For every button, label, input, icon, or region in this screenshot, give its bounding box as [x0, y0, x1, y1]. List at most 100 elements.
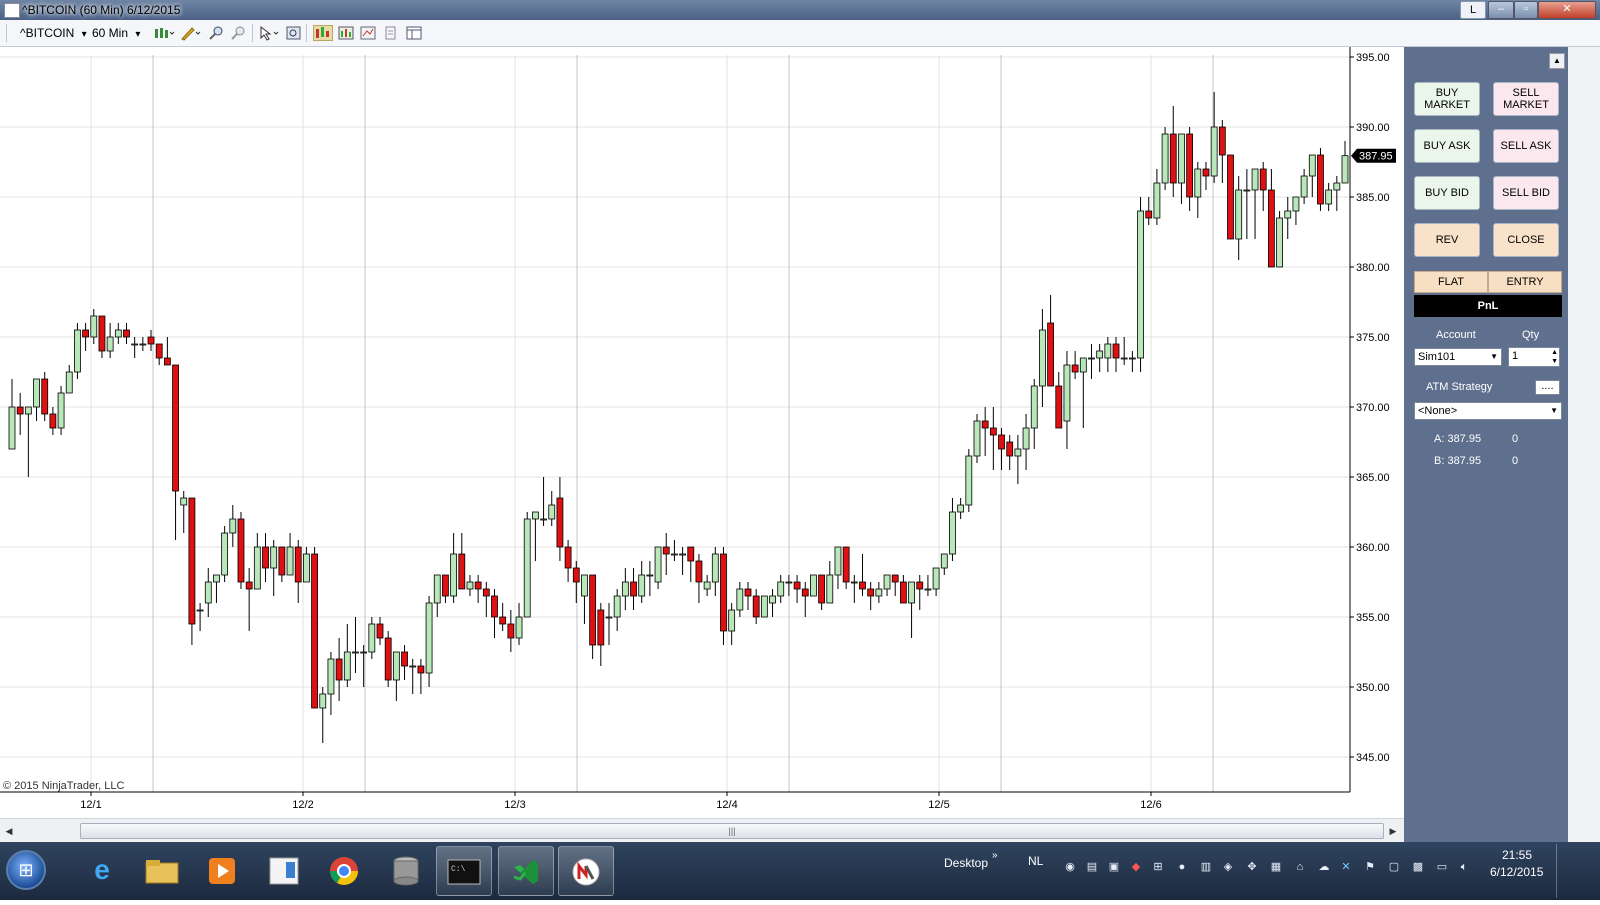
x-tick-label: 12/3	[504, 799, 525, 811]
tray-app-icon[interactable]: ●	[1176, 861, 1188, 873]
x-tick-label: 12/1	[80, 799, 101, 811]
volume-icon[interactable]: 🔈︎	[1458, 861, 1470, 873]
candle-body	[237, 518, 245, 583]
candle-body	[818, 574, 826, 604]
ninjatrader-icon[interactable]	[558, 846, 614, 896]
desktop-toolbar-label[interactable]: Desktop	[944, 856, 988, 870]
interval-selector[interactable]: 60 Min ▾	[92, 25, 140, 41]
drawing-tool-icon[interactable]	[180, 25, 202, 41]
instrument-label: ^BITCOIN	[20, 26, 75, 40]
window-titlebar[interactable]: ^BITCOIN (60 Min) 6/12/2015 L – ▫ ✕	[0, 0, 1600, 20]
candle-body	[74, 329, 81, 373]
layout-panel-icon[interactable]	[406, 25, 422, 41]
x-tick-label: 12/5	[928, 799, 949, 811]
candle-body	[1194, 168, 1202, 198]
candle-body	[213, 574, 220, 583]
sell-ask-button[interactable]: SELL ASK	[1493, 129, 1559, 163]
database-icon[interactable]	[378, 846, 434, 896]
chart-style-icon[interactable]	[154, 25, 175, 41]
indicators-icon[interactable]	[338, 25, 354, 41]
candle-body	[989, 427, 997, 436]
stepper-arrows-icon[interactable]: ▲ ▼	[1551, 348, 1558, 366]
buy-market-button[interactable]: BUY MARKET	[1414, 82, 1480, 116]
maximize-button[interactable]: ▫	[1514, 1, 1538, 19]
strategies-icon[interactable]	[360, 25, 376, 41]
sell-bid-button[interactable]: SELL BID	[1493, 176, 1559, 210]
tray-app-icon[interactable]: ▢	[1388, 861, 1400, 873]
tray-app-icon[interactable]: ▦	[1270, 861, 1282, 873]
chrome-icon[interactable]	[316, 846, 372, 896]
tray-app-icon[interactable]: ▤	[1086, 861, 1098, 873]
candle-body	[1104, 343, 1112, 359]
candle-body	[221, 532, 229, 576]
minimize-button[interactable]: –	[1488, 1, 1514, 19]
tray-app-icon[interactable]: ◆	[1130, 861, 1142, 873]
language-indicator[interactable]: NL	[1028, 854, 1043, 868]
tray-windows-icon[interactable]: ⊞	[1152, 861, 1164, 873]
atm-strategy-select[interactable]: <None> ▼	[1414, 402, 1562, 420]
network-icon[interactable]: ▭	[1436, 861, 1448, 873]
candle-body	[597, 609, 605, 646]
document-viewer-icon[interactable]	[256, 846, 312, 896]
layout-button[interactable]: L	[1460, 1, 1486, 19]
account-select[interactable]: Sim101 ▼	[1414, 348, 1502, 366]
price-chart[interactable]: 395.00 390.00 385.00 380.00 375.00 370.00 365.…	[0, 47, 1404, 817]
candle-body	[384, 637, 392, 681]
buy-bid-button[interactable]: BUY BID	[1414, 176, 1480, 210]
pointer-tool-icon[interactable]	[258, 25, 282, 41]
candlestick-chart[interactable]: 395.00 390.00 385.00 380.00 375.00 370.00 365.…	[0, 47, 1404, 817]
zoom-out-icon[interactable]	[230, 25, 246, 41]
candle-body	[1276, 217, 1283, 268]
tray-app-icon[interactable]: ☁	[1318, 861, 1330, 873]
sell-market-button[interactable]: SELL MARKET	[1493, 82, 1559, 116]
chart-trader-icon[interactable]	[313, 25, 333, 41]
candle-body	[409, 665, 417, 668]
scroll-right-arrow-icon[interactable]: ▶	[1386, 823, 1400, 839]
candle-body	[1006, 441, 1014, 457]
scrollbar-thumb[interactable]: |||	[80, 823, 1384, 839]
start-button-icon[interactable]: ⊞	[6, 850, 46, 890]
tray-app-icon[interactable]: ⌂	[1294, 861, 1306, 873]
toolbar-separator	[252, 24, 253, 42]
candle-body	[368, 623, 376, 653]
horizontal-scrollbar[interactable]: ◀ ||| ▶	[0, 818, 1404, 843]
clock-time[interactable]: 21:55	[1502, 848, 1532, 862]
zoom-in-icon[interactable]	[208, 25, 224, 41]
instrument-selector[interactable]: ^BITCOIN ▾	[20, 25, 87, 41]
atm-more-button[interactable]: ....	[1535, 380, 1560, 395]
quantity-stepper[interactable]: 1 ▲ ▼	[1508, 347, 1560, 367]
action-center-flag-icon[interactable]: ⚑	[1364, 861, 1376, 873]
panel-scroll-up-icon[interactable]: ▲	[1549, 53, 1565, 69]
file-explorer-icon[interactable]	[134, 846, 190, 896]
tray-app-icon[interactable]: ◈	[1222, 861, 1234, 873]
chevron-right-icon[interactable]: »	[992, 850, 998, 861]
candle-body	[662, 546, 670, 555]
quantity-value: 1	[1512, 350, 1519, 362]
close-position-button[interactable]: CLOSE	[1493, 223, 1559, 257]
buy-ask-button[interactable]: BUY ASK	[1414, 129, 1480, 163]
candle-body	[916, 581, 924, 590]
clock-date[interactable]: 6/12/2015	[1490, 865, 1543, 879]
qty-label: Qty	[1522, 329, 1540, 341]
tray-app-icon[interactable]: ▩	[1412, 861, 1424, 873]
data-box-icon[interactable]	[286, 25, 302, 41]
command-prompt-icon[interactable]: C:\	[436, 846, 492, 896]
scroll-left-arrow-icon[interactable]: ◀	[2, 823, 16, 839]
tray-app-icon[interactable]: ◉	[1064, 861, 1076, 873]
tray-app-icon[interactable]: ▥	[1200, 861, 1212, 873]
candle-body	[491, 595, 498, 618]
candle-body	[605, 616, 613, 619]
tray-app-icon[interactable]: ✥	[1246, 861, 1258, 873]
media-player-icon[interactable]	[194, 846, 250, 896]
candle-body	[940, 553, 948, 569]
properties-icon[interactable]	[383, 25, 399, 41]
close-button[interactable]: ✕	[1538, 1, 1596, 19]
visual-studio-icon[interactable]	[498, 846, 554, 896]
tray-app-icon[interactable]: ▣	[1108, 861, 1120, 873]
show-desktop-button[interactable]	[1556, 844, 1569, 898]
right-edge-scroll-area	[1568, 47, 1600, 842]
reverse-button[interactable]: REV	[1414, 223, 1480, 257]
candle-body	[613, 595, 621, 618]
internet-explorer-icon[interactable]: e	[74, 846, 130, 896]
tray-app-icon[interactable]: ✕	[1340, 861, 1352, 873]
